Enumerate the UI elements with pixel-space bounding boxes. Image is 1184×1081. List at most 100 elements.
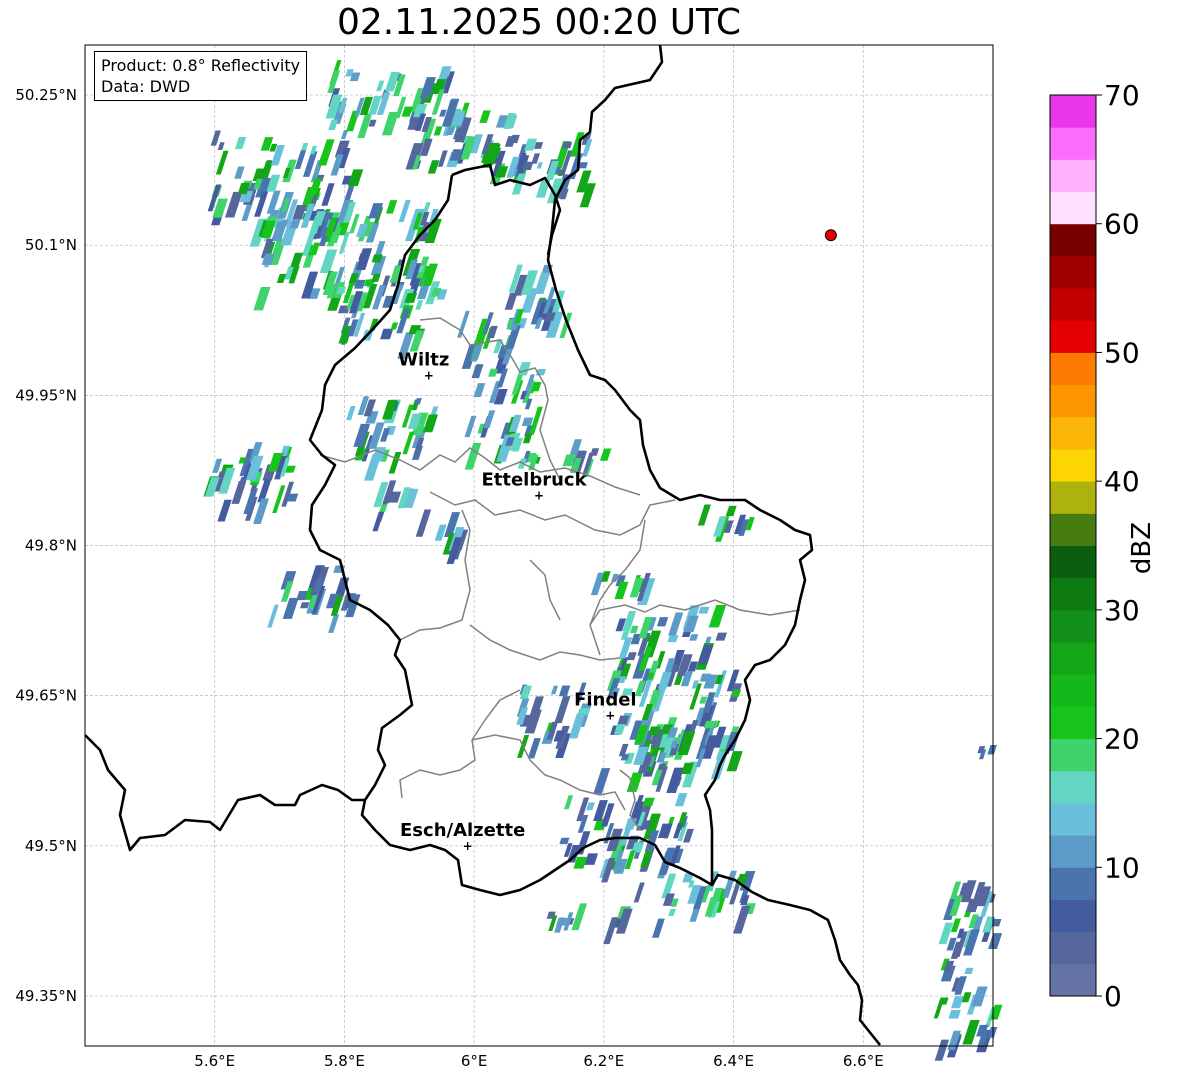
- echo-cell: [550, 685, 559, 695]
- echo-cell: [593, 768, 611, 794]
- echo-cell: [457, 310, 470, 338]
- city-label: Findel: [574, 690, 637, 711]
- echo-cell: [294, 150, 307, 170]
- echo-cell: [948, 1010, 961, 1019]
- echo-cell: [667, 634, 679, 643]
- lon-tick-label: 5.8°E: [324, 1052, 365, 1070]
- axes-frame: 5.6°E 5.8°E 6°E 6.2°E 6.4°E 6.6°E 49.35°N 49.5°…: [15, 44, 994, 1070]
- colorbar-segment: [1050, 931, 1096, 965]
- lat-tick-label: 49.5°N: [25, 837, 77, 855]
- lat-tick-label: 49.35°N: [15, 987, 77, 1005]
- colorbar-segment: [1050, 481, 1096, 514]
- echo-cell: [299, 602, 310, 609]
- city-marker: +: [424, 368, 434, 382]
- echo-cell: [210, 130, 221, 146]
- echo-cell: [571, 903, 588, 931]
- city-marker: +: [534, 488, 544, 502]
- echo-cell: [483, 410, 496, 429]
- colorbar-tick-label: 60: [1104, 208, 1140, 241]
- echo-cell: [626, 772, 643, 792]
- echo-cell: [586, 802, 595, 811]
- colorbar-segment: [1050, 802, 1096, 836]
- echo-cell: [554, 696, 571, 724]
- city-marker: +: [605, 709, 615, 723]
- echo-cell: [987, 745, 997, 755]
- echo-cell: [590, 572, 605, 596]
- echo-cell: [372, 511, 384, 532]
- data-source-label: Data: DWD: [101, 77, 191, 96]
- echo-cell: [341, 130, 349, 140]
- colorbar-segment: [1050, 899, 1096, 933]
- radar-echoes: [203, 60, 1003, 1061]
- colorbar-segment: [1050, 320, 1096, 353]
- colorbar-segment: [1050, 416, 1096, 450]
- echo-cell: [414, 398, 422, 405]
- echo-cell: [674, 793, 688, 807]
- echo-cell: [415, 509, 432, 537]
- info-box: Product: 0.8° Reflectivity Data: DWD: [94, 51, 308, 101]
- colorbar-segment: [1050, 288, 1096, 321]
- echo-cell: [355, 248, 373, 270]
- echo-cell: [471, 364, 484, 379]
- echo-cell: [633, 882, 645, 903]
- echo-cell: [642, 797, 655, 807]
- echo-cell: [698, 606, 710, 614]
- colorbar-tick-label: 50: [1104, 336, 1140, 369]
- colorbar-segment: [1050, 609, 1096, 643]
- echo-cell: [396, 308, 411, 334]
- echo-cell: [522, 433, 533, 444]
- echo-cell: [666, 767, 685, 794]
- echo-cell: [267, 604, 279, 628]
- echo-cell: [231, 480, 247, 504]
- echo-cell: [290, 252, 304, 268]
- echo-cell: [253, 286, 271, 311]
- canton-boundary: [529, 559, 561, 621]
- city-label: Esch/Alzette: [400, 820, 525, 841]
- echo-cell: [709, 605, 727, 628]
- lon-tick-label: 6.6°E: [843, 1052, 884, 1070]
- echo-cell: [626, 652, 637, 661]
- lat-tick-label: 49.8°N: [25, 537, 77, 555]
- echo-cell: [319, 249, 338, 274]
- radar-site-marker: [824, 229, 837, 242]
- colorbar-segment: [1050, 352, 1096, 386]
- national-border: [84, 734, 365, 852]
- echo-cell: [398, 200, 411, 223]
- echo-cell: [629, 625, 639, 634]
- colorbar-segment: [1050, 513, 1096, 546]
- echo-cell: [328, 119, 339, 131]
- echo-cell: [415, 300, 424, 310]
- colorbar-segment: [1050, 448, 1096, 482]
- colorbar-segment: [1050, 738, 1096, 772]
- echo-cell: [402, 431, 415, 455]
- lon-tick-label: 6.2°E: [583, 1052, 624, 1070]
- echo-cell: [390, 322, 399, 330]
- echo-cell: [697, 645, 714, 665]
- echo-cell: [559, 837, 570, 845]
- echo-cell: [527, 738, 541, 759]
- canton-boundary: [429, 491, 676, 536]
- echo-cell: [534, 272, 551, 294]
- echo-cell: [388, 451, 402, 474]
- echo-cell: [473, 383, 486, 398]
- borders: [84, 44, 882, 1046]
- echo-cell: [464, 442, 482, 470]
- colorbar-tick-label: 20: [1104, 723, 1140, 756]
- city-label: Ettelbruck: [481, 469, 587, 490]
- echo-cell: [599, 448, 612, 461]
- lon-tick-label: 6.4°E: [713, 1052, 754, 1070]
- echo-cell: [732, 906, 751, 934]
- colorbar-segment: [1050, 770, 1096, 804]
- colorbar-tick-label: 40: [1104, 465, 1140, 498]
- echo-cell: [668, 909, 676, 916]
- echo-cell: [584, 853, 599, 865]
- city-label: Wiltz: [398, 349, 449, 370]
- echo-cell: [488, 368, 498, 377]
- colorbar-segment: [1050, 963, 1096, 997]
- lat-tick-label: 50.1°N: [25, 236, 77, 254]
- echo-cell: [725, 505, 737, 517]
- echo-cell: [234, 137, 247, 150]
- echo-cell: [951, 996, 964, 1009]
- echo-cell: [212, 458, 223, 473]
- echo-cell: [380, 328, 394, 340]
